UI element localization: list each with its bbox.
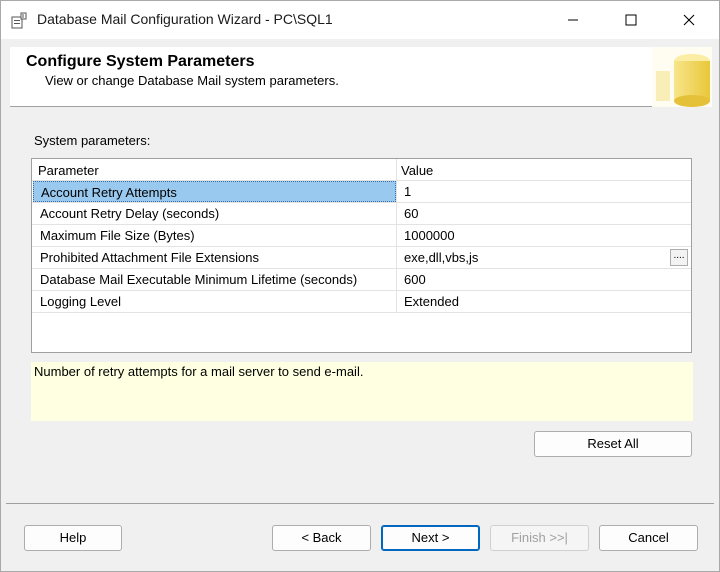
cancel-button[interactable]: Cancel (599, 525, 698, 551)
column-header-parameter: Parameter (38, 163, 99, 178)
finish-button[interactable]: Finish >>| (490, 525, 589, 551)
value-cell[interactable]: 60 (404, 206, 418, 221)
next-button[interactable]: Next > (381, 525, 480, 551)
minimize-button[interactable] (544, 1, 602, 39)
close-icon (683, 14, 695, 26)
window-title: Database Mail Configuration Wizard - PC\… (37, 11, 333, 27)
maximize-button[interactable] (602, 1, 660, 39)
value-cell[interactable]: 1000000 (404, 228, 455, 243)
parameter-cell[interactable]: Account Retry Attempts (33, 181, 396, 202)
value-cell[interactable]: 600 (404, 272, 426, 287)
back-button[interactable]: < Back (272, 525, 371, 551)
column-header-value: Value (401, 163, 434, 178)
maximize-icon (625, 14, 637, 26)
wizard-window: Database Mail Configuration Wizard - PC\… (0, 0, 720, 572)
parameter-cell[interactable]: Logging Level (33, 291, 396, 312)
page-subtitle: View or change Database Mail system para… (45, 73, 339, 88)
value-cell[interactable]: Extended (404, 294, 459, 309)
table-row[interactable]: Prohibited Attachment File Extensions ex… (32, 247, 691, 269)
table-row[interactable]: Account Retry Delay (seconds) 60 (32, 203, 691, 225)
parameter-cell[interactable]: Account Retry Delay (seconds) (33, 203, 396, 224)
description-panel: Number of retry attempts for a mail serv… (31, 362, 693, 421)
wizard-header: Configure System Parameters View or chan… (10, 47, 712, 107)
ellipsis-button[interactable]: .... (670, 249, 688, 266)
table-row[interactable]: Logging Level Extended (32, 291, 691, 313)
parameter-cell[interactable]: Prohibited Attachment File Extensions (33, 247, 396, 268)
close-button[interactable] (660, 1, 718, 39)
title-bar[interactable]: Database Mail Configuration Wizard - PC\… (1, 1, 719, 39)
parameter-cell[interactable]: Database Mail Executable Minimum Lifetim… (33, 269, 396, 290)
footer-divider (6, 503, 714, 504)
minimize-icon (568, 19, 578, 21)
reset-all-button[interactable]: Reset All (534, 431, 692, 457)
parameter-cell[interactable]: Maximum File Size (Bytes) (33, 225, 396, 246)
app-icon (11, 11, 29, 29)
parameters-grid[interactable]: Parameter Value Account Retry Attempts 1… (31, 158, 692, 353)
help-button[interactable]: Help (24, 525, 122, 551)
table-row[interactable]: Maximum File Size (Bytes) 1000000 (32, 225, 691, 247)
value-cell[interactable]: 1 (404, 184, 411, 199)
table-row[interactable]: Database Mail Executable Minimum Lifetim… (32, 269, 691, 291)
value-cell[interactable]: exe,dll,vbs,js (404, 250, 478, 265)
database-header-graphic (652, 47, 712, 107)
system-parameters-label: System parameters: (34, 133, 151, 148)
page-title: Configure System Parameters (26, 53, 255, 70)
grid-header: Parameter Value (32, 159, 691, 181)
table-row[interactable]: Account Retry Attempts 1 (32, 181, 691, 203)
